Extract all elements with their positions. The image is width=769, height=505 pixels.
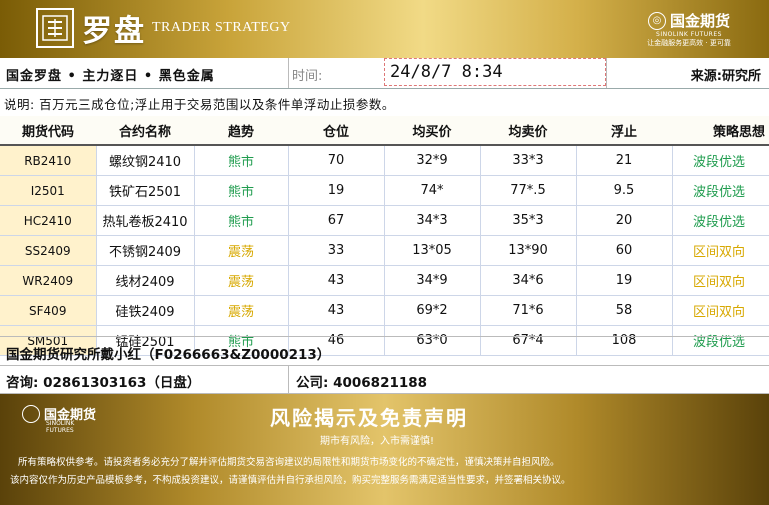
cell-avg-sell: 71*6 — [480, 295, 577, 326]
cell-code: SS2409 — [0, 235, 97, 266]
cell-position: 70 — [288, 145, 385, 176]
cell-trend: 熊市 — [194, 175, 289, 206]
cell-strategy: 区间双向 — [672, 295, 769, 326]
divider — [606, 58, 607, 88]
cell-name: 不锈钢2409 — [96, 235, 195, 266]
cell-trend: 震荡 — [194, 295, 289, 326]
table-row: WR2409 线材2409 震荡 43 34*9 34*6 19 区间双向 — [0, 265, 769, 296]
cell-avg-buy: 34*3 — [384, 205, 481, 236]
company-slogan: 让金融服务更高效 · 更可靠 — [647, 39, 731, 47]
header-trend: 趋势 — [194, 116, 288, 146]
report-title: 国金罗盘 • 主力逐日 • 黑色金属 — [6, 69, 215, 84]
divider — [288, 58, 289, 88]
cell-code: WR2409 — [0, 265, 97, 296]
cell-float-stop: 60 — [576, 235, 673, 266]
company-name-en: SINOLINK FUTURES — [656, 31, 722, 38]
table-row: SS2409 不锈钢2409 震荡 33 13*05 13*90 60 区间双向 — [0, 235, 769, 266]
table-row: RB2410 螺纹钢2410 熊市 70 32*9 33*3 21 波段优选 — [0, 145, 769, 176]
cell-trend: 熊市 — [194, 145, 289, 176]
cell-float-stop: 21 — [576, 145, 673, 176]
cell-avg-sell: 77*.5 — [480, 175, 577, 206]
cell-float-stop: 20 — [576, 205, 673, 236]
info-row: 国金罗盘 • 主力逐日 • 黑色金属 时间: 24/8/7 8:34 来源:研究… — [0, 58, 769, 89]
disclaimer-title: 风险揭示及免责声明 — [270, 406, 468, 430]
cell-position: 43 — [288, 295, 385, 326]
time-value[interactable]: 24/8/7 8:34 — [384, 58, 606, 86]
company-seal-icon: ◎ — [647, 11, 666, 30]
source-label: 来源:研究所 — [690, 69, 761, 84]
cell-name: 铁矿石2501 — [96, 175, 195, 206]
disclaimer-line-1: 所有策略权供参考。请投资者务必充分了解并评估期货交易咨询建议的局限性和期货市场变… — [18, 457, 560, 468]
header-banner: 罗盘 TRADER STRATEGY ◎ 国金期货 SINOLINK FUTUR… — [0, 0, 769, 58]
header-avg-sell: 均卖价 — [480, 116, 576, 146]
cell-avg-buy: 74* — [384, 175, 481, 206]
cell-avg-sell: 13*90 — [480, 235, 577, 266]
disclaimer-logo-en: SINOLINK FUTURES — [46, 420, 75, 434]
company-logo: ◎ 国金期货 SINOLINK FUTURES 让金融服务更高效 · 更可靠 — [629, 10, 749, 48]
company-seal-icon — [22, 404, 40, 423]
disclaimer-line-2: 该内容仅作为历史产品模板参考，不构成投资建议，请谨慎评估并自行承担风险，购买完整… — [10, 475, 571, 486]
analyst-text: 国金期货研究所戴小红（F0266663&Z0000213） — [6, 347, 331, 363]
cell-code: I2501 — [0, 175, 97, 206]
strategy-table: 期货代码 合约名称 趋势 仓位 均买价 均卖价 浮止 策略思想 RB2410 螺纹… — [0, 116, 769, 356]
cell-position: 67 — [288, 205, 385, 236]
cell-avg-buy: 69*2 — [384, 295, 481, 326]
brand-title: 罗盘 — [82, 14, 146, 49]
header-strategy: 策略思想 — [672, 116, 769, 146]
cell-code: HC2410 — [0, 205, 97, 236]
cell-avg-sell: 35*3 — [480, 205, 577, 236]
cell-float-stop: 19 — [576, 265, 673, 296]
cell-name: 螺纹钢2410 — [96, 145, 195, 176]
divider — [288, 365, 289, 393]
cell-trend: 熊市 — [194, 205, 289, 236]
compass-logo-icon — [36, 8, 74, 48]
cell-avg-sell: 34*6 — [480, 265, 577, 296]
cell-float-stop: 9.5 — [576, 175, 673, 206]
cell-avg-buy: 13*05 — [384, 235, 481, 266]
cell-float-stop: 58 — [576, 295, 673, 326]
header-position: 仓位 — [288, 116, 384, 146]
contact-row: 咨询: 02861303163（日盘） 公司: 4006821188 — [0, 365, 769, 394]
cell-name: 热轧卷板2410 — [96, 205, 195, 236]
disclaimer-subtitle: 期市有风险，入市需谨慎! — [320, 436, 435, 447]
cell-avg-buy: 34*9 — [384, 265, 481, 296]
note-text: 说明: 百万元三成仓位;浮止用于交易范围以及条件单浮动止损参数。 — [4, 97, 395, 112]
header-avg-buy: 均买价 — [384, 116, 480, 146]
header-float-stop: 浮止 — [576, 116, 672, 146]
table-row: I2501 铁矿石2501 熊市 19 74* 77*.5 9.5 波段优选 — [0, 175, 769, 206]
cell-strategy: 波段优选 — [672, 145, 769, 176]
header-code: 期货代码 — [0, 116, 96, 146]
cell-position: 33 — [288, 235, 385, 266]
cell-strategy: 区间双向 — [672, 235, 769, 266]
cell-code: SF409 — [0, 295, 97, 326]
cell-strategy: 波段优选 — [672, 205, 769, 236]
company-name: 国金期货 — [669, 12, 730, 30]
cell-avg-buy: 32*9 — [384, 145, 481, 176]
table-row: SF409 硅铁2409 震荡 43 69*2 71*6 58 区间双向 — [0, 295, 769, 326]
table-row: HC2410 热轧卷板2410 熊市 67 34*3 35*3 20 波段优选 — [0, 205, 769, 236]
cell-name: 硅铁2409 — [96, 295, 195, 326]
cell-avg-sell: 33*3 — [480, 145, 577, 176]
header-name: 合约名称 — [96, 116, 194, 146]
cell-name: 线材2409 — [96, 265, 195, 296]
cell-code: RB2410 — [0, 145, 97, 176]
consult-phone: 咨询: 02861303163（日盘） — [6, 375, 201, 391]
cell-position: 19 — [288, 175, 385, 206]
cell-strategy: 波段优选 — [672, 175, 769, 206]
table-header-row: 期货代码 合约名称 趋势 仓位 均买价 均卖价 浮止 策略思想 — [0, 116, 769, 146]
cell-position: 43 — [288, 265, 385, 296]
cell-trend: 震荡 — [194, 235, 289, 266]
time-label: 时间: — [292, 69, 323, 84]
disclaimer-logo: 国金期货 SINOLINK FUTURES — [22, 404, 96, 434]
analyst-row: 国金期货研究所戴小红（F0266663&Z0000213） — [0, 336, 769, 366]
cell-strategy: 区间双向 — [672, 265, 769, 296]
company-phone: 公司: 4006821188 — [296, 375, 428, 391]
disclaimer-banner: 国金期货 SINOLINK FUTURES 风险揭示及免责声明 期市有风险，入市… — [0, 394, 769, 505]
cell-trend: 震荡 — [194, 265, 289, 296]
brand-subtitle: TRADER STRATEGY — [152, 20, 291, 35]
